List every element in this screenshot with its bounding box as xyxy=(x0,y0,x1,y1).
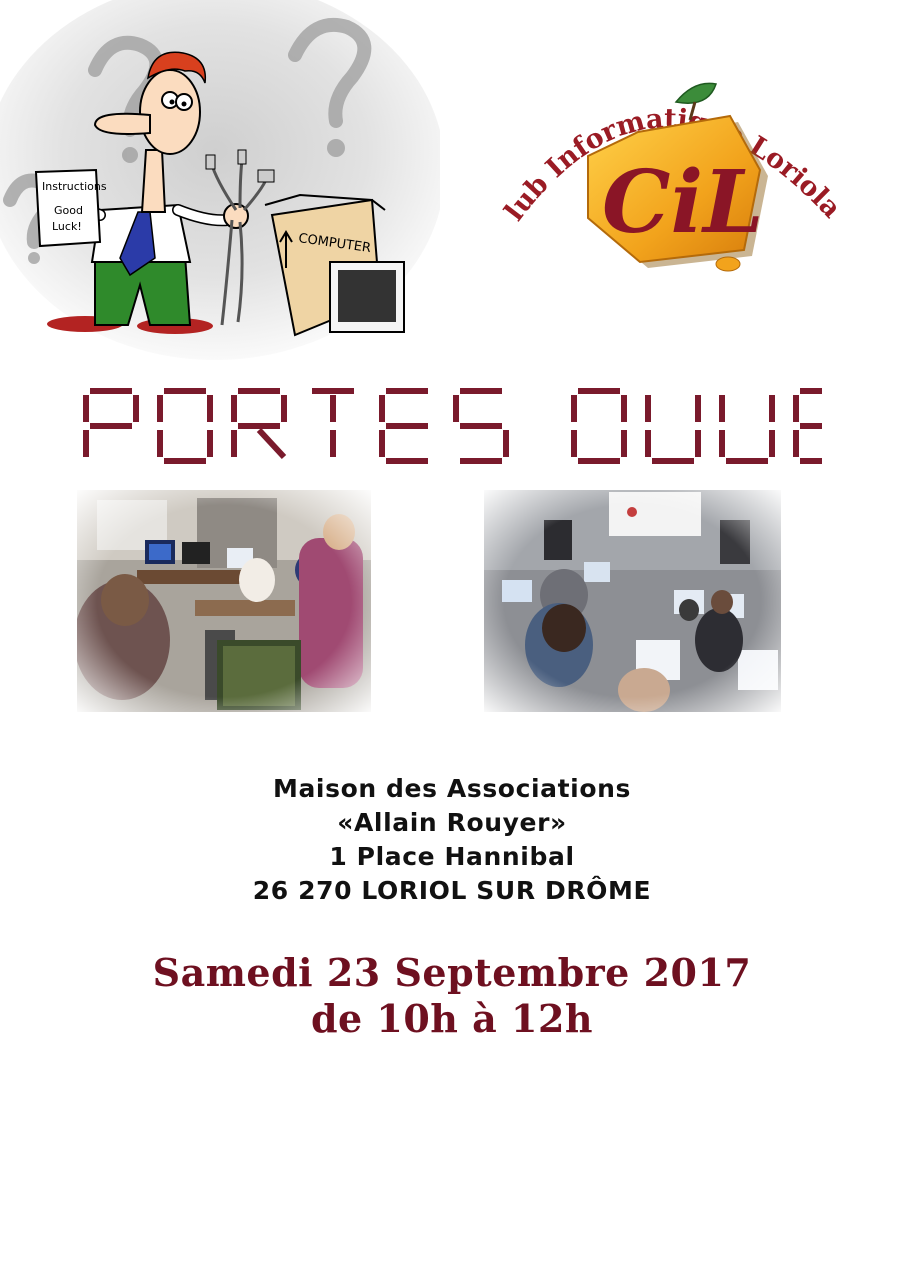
title-letter xyxy=(645,395,701,464)
paper-text-good: Good xyxy=(54,204,83,217)
cartoon-illustration: Instructions Good Luck! COMPUTER xyxy=(0,0,440,360)
title-letter xyxy=(312,388,354,457)
paper-text-luck: Luck! xyxy=(52,220,82,233)
page-title xyxy=(83,388,822,464)
title-letter xyxy=(157,388,213,464)
address-city: 26 270 LORIOL SUR DRÔME xyxy=(252,876,652,905)
logo-initials: CiL xyxy=(602,152,764,253)
title-letter xyxy=(571,388,627,464)
event-date: Samedi 23 Septembre 2017 xyxy=(152,950,752,995)
title-letter xyxy=(719,395,775,464)
address-street: 1 Place Hannibal xyxy=(329,842,575,871)
title-letter xyxy=(83,388,139,457)
club-logo: Club Informatique Loriolais CiL xyxy=(490,50,847,272)
instructions-paper: Instructions Good Luck! xyxy=(34,168,107,248)
title-letter xyxy=(379,388,428,464)
classroom-photo-left xyxy=(77,490,371,712)
event-time: de 10h à 12h xyxy=(310,996,594,1041)
title-letter xyxy=(453,388,509,464)
title-letter xyxy=(793,388,822,464)
address-venue-name: «Allain Rouyer» xyxy=(337,808,567,837)
classroom-photo-right xyxy=(484,490,781,712)
title-letter xyxy=(231,388,287,460)
event-block: Samedi 23 Septembre 2017 de 10h à 12h xyxy=(0,950,904,1042)
paper-text-instructions: Instructions xyxy=(42,180,107,193)
address-block: Maison des Associations «Allain Rouyer» … xyxy=(0,772,904,908)
address-venue: Maison des Associations xyxy=(272,774,632,803)
